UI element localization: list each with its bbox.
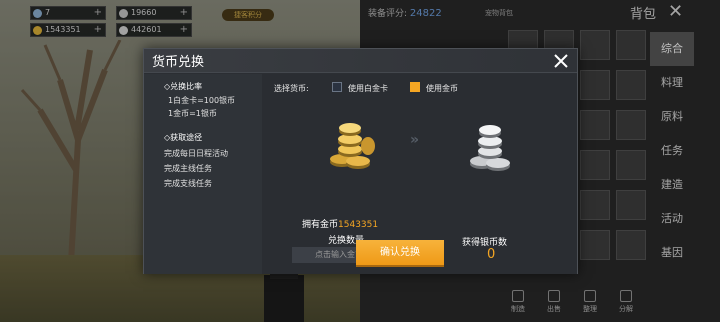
exchange-panel: 选择货币: 使用白金卡 使用金币 拥有金币1543351 兑换数量 点击输入金币… [262,74,577,274]
dialog-header: 货币兑换 [144,49,577,73]
dialog-title: 货币兑换 [152,55,205,70]
receive-silver-value: 0 [487,247,496,262]
receive-silver-label: 获得银币数 [462,238,508,248]
platinum-card-checkbox[interactable] [332,82,342,92]
rate-heading: ◇兑换比率 [164,82,203,91]
rate-line: 1金币=1银币 [168,109,217,118]
confirm-exchange-button[interactable]: 确认兑换 [356,240,444,265]
silver-result: 获得银币数 0 [440,116,570,262]
owned-gold: 拥有金币1543351 [302,217,378,230]
source-line: 完成每日日程活动 [164,149,228,158]
silver-coins-icon [470,125,510,171]
close-icon[interactable] [550,50,572,72]
info-panel: ◇兑换比率 1白金卡=100银币 1金币=1银币 ◇获取途径 完成每日日程活动 … [144,74,262,274]
gold-coin-label[interactable]: 使用金币 [426,83,458,94]
arrow-right-icon: » [410,132,420,148]
source-heading: ◇获取途径 [164,133,203,142]
owned-value: 1543351 [338,220,379,230]
source-line: 完成主线任务 [164,164,212,173]
gold-coin-checkbox[interactable] [410,82,420,92]
gold-coins-icon [330,123,375,169]
owned-label: 拥有金币 [302,220,339,230]
gold-source: 拥有金币1543351 兑换数量 点击输入金币数量 [284,116,414,263]
select-currency-label: 选择货币: [274,84,309,93]
rate-line: 1白金卡=100银币 [168,96,236,105]
source-line: 完成支线任务 [164,179,212,188]
currency-exchange-dialog: 货币兑换 ◇兑换比率 1白金卡=100银币 1金币=1银币 ◇获取途径 完成每日… [143,48,578,274]
platinum-card-label[interactable]: 使用白金卡 [348,83,388,94]
